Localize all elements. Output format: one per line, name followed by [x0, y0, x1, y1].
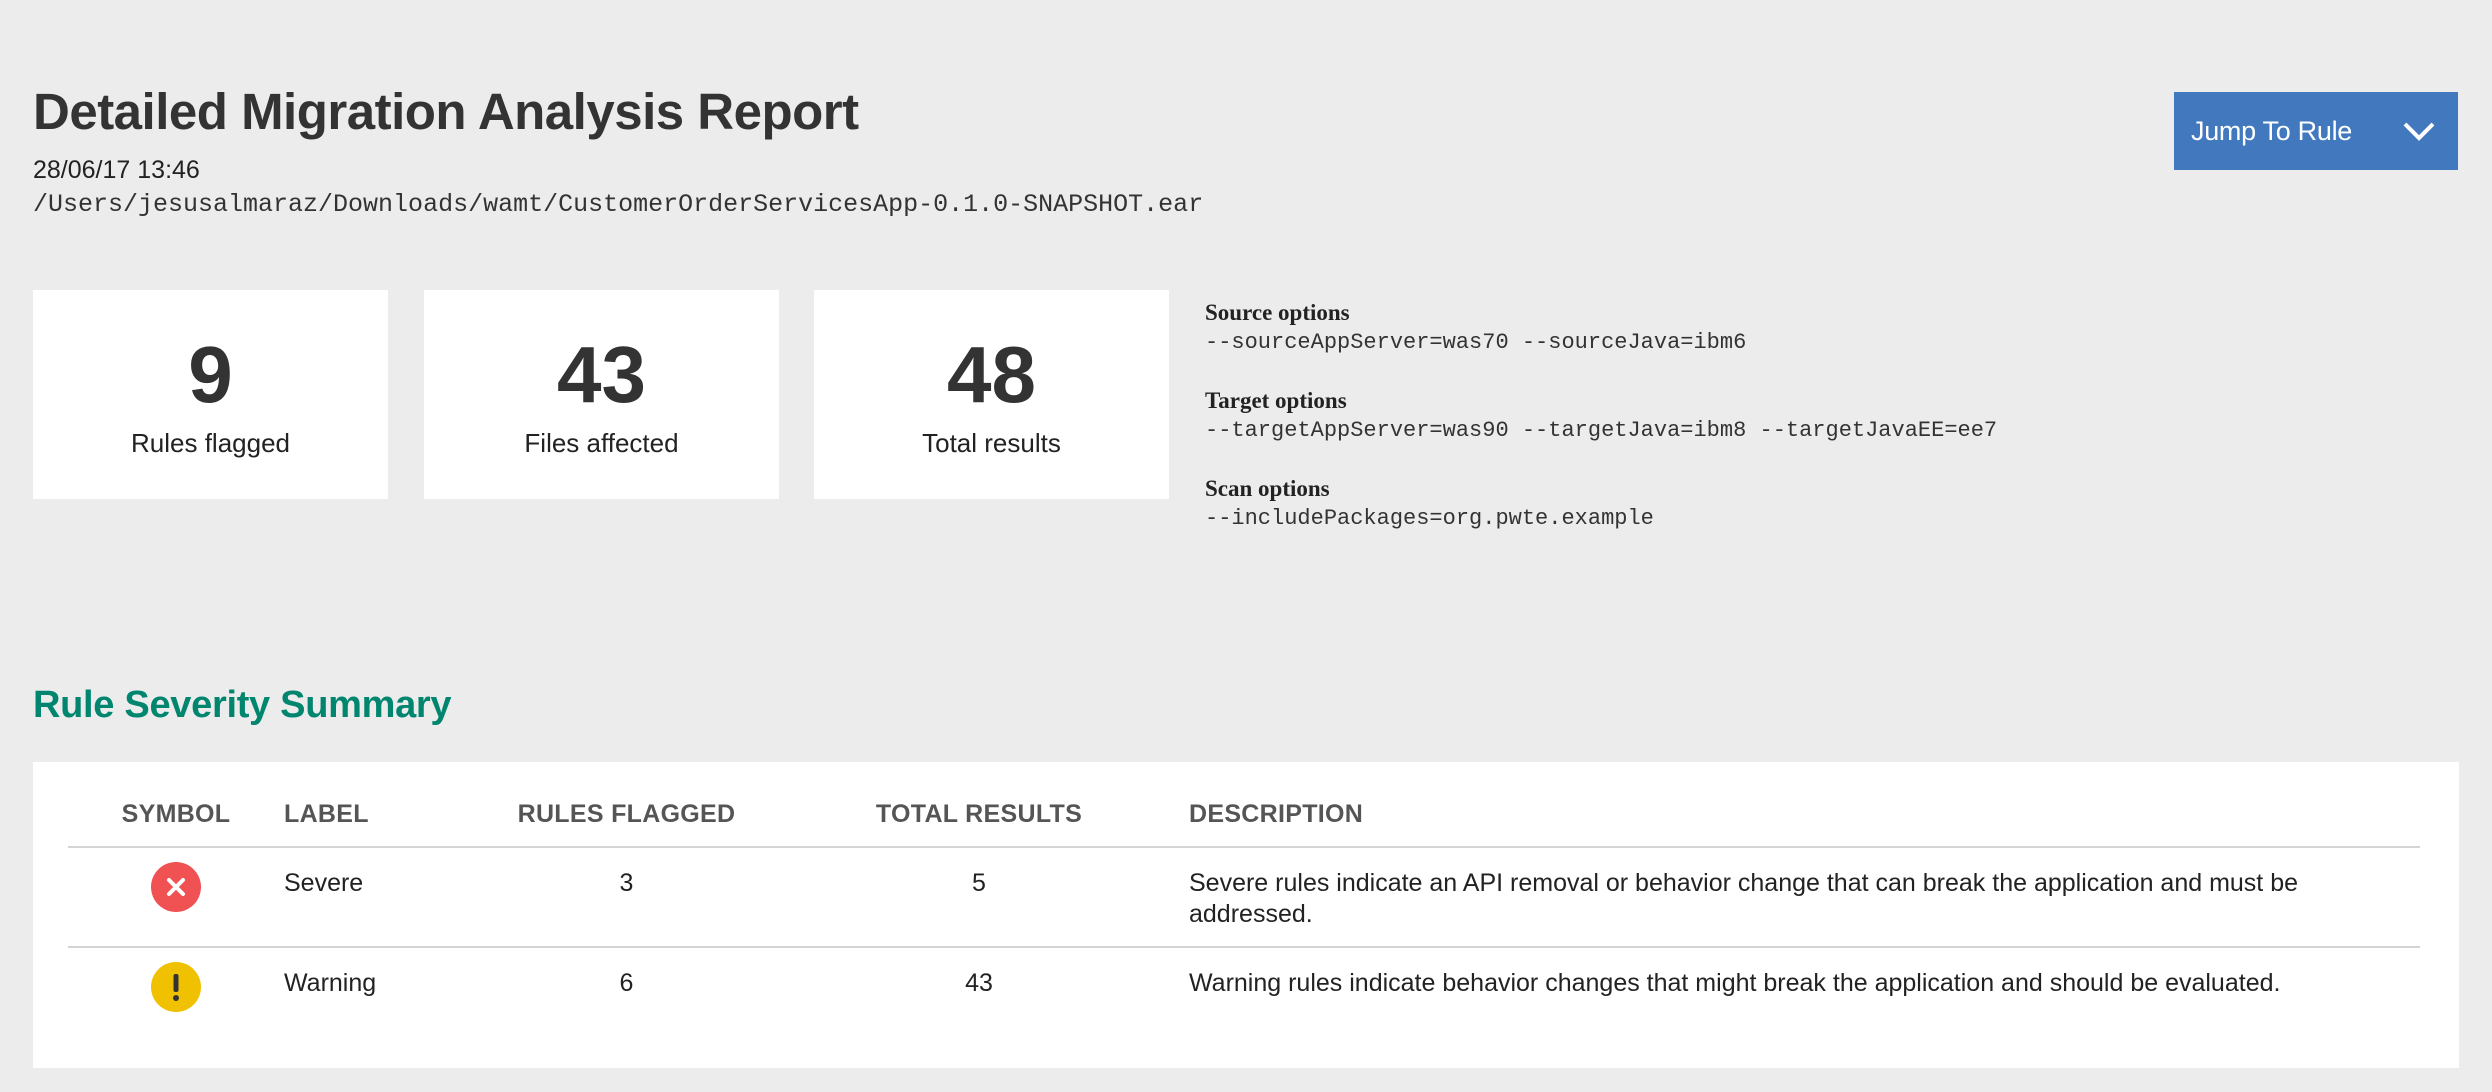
severity-table-panel: SYMBOL LABEL RULES FLAGGED TOTAL RESULTS…	[33, 762, 2459, 1068]
chevron-down-icon	[2403, 122, 2435, 141]
total-results-value: 5	[769, 847, 1189, 948]
scan-options-panel: Source options --sourceAppServer=was70 -…	[1205, 298, 1997, 562]
column-header-symbol: SYMBOL	[68, 782, 284, 848]
option-title: Target options	[1205, 388, 1347, 413]
target-options: Target options --targetAppServer=was90 -…	[1205, 386, 1997, 446]
table-header-row: SYMBOL LABEL RULES FLAGGED TOTAL RESULTS…	[68, 782, 2420, 848]
rules-flagged-value: 6	[619, 969, 634, 997]
table-row: Severe 3 5 Severe rules indicate an API …	[68, 847, 2420, 948]
column-header-total-results: TOTAL RESULTS	[769, 782, 1189, 848]
warning-exclamation-icon	[151, 962, 201, 1012]
stat-card-total-results: 48 Total results	[814, 290, 1169, 499]
stat-card-rules-flagged: 9 Rules flagged	[33, 290, 388, 499]
page-title: Detailed Migration Analysis Report	[33, 83, 859, 140]
stat-label: Rules flagged	[131, 428, 290, 458]
severity-label: Severe	[284, 847, 484, 948]
stat-label: Files affected	[524, 428, 679, 458]
scan-options: Scan options --includePackages=org.pwte.…	[1205, 474, 1997, 534]
stat-label: Total results	[922, 428, 1061, 458]
severity-table: SYMBOL LABEL RULES FLAGGED TOTAL RESULTS…	[68, 782, 2420, 1028]
severity-description: Severe rules indicate an API removal or …	[1189, 847, 2420, 948]
option-value: --sourceAppServer=was70 --sourceJava=ibm…	[1205, 330, 1747, 355]
option-title: Scan options	[1205, 476, 1330, 501]
total-results-value: 43	[965, 969, 993, 997]
stat-value: 43	[557, 330, 646, 419]
severity-description: Warning rules indicate behavior changes …	[1189, 969, 2281, 997]
report-file-path: /Users/jesusalmaraz/Downloads/wamt/Custo…	[33, 190, 1204, 219]
report-date: 28/06/17 13:46	[33, 156, 200, 184]
option-title: Source options	[1205, 300, 1350, 325]
report-page: Detailed Migration Analysis Report 28/06…	[0, 0, 2492, 1092]
column-header-description: DESCRIPTION	[1189, 782, 2420, 848]
jump-to-rule-label: Jump To Rule	[2191, 115, 2352, 146]
stat-value: 48	[947, 330, 1036, 419]
symbol-cell	[68, 847, 284, 948]
jump-to-rule-dropdown[interactable]: Jump To Rule	[2174, 92, 2458, 170]
rules-flagged-value: 3	[484, 847, 769, 948]
stat-card-files-affected: 43 Files affected	[424, 290, 779, 499]
column-header-rules-flagged: RULES FLAGGED	[484, 782, 769, 848]
table-row: Warning 6 43 Warning rules indicate beha…	[68, 947, 2420, 1028]
source-options: Source options --sourceAppServer=was70 -…	[1205, 298, 1997, 358]
option-value: --targetAppServer=was90 --targetJava=ibm…	[1205, 418, 1998, 443]
severe-x-icon	[151, 862, 201, 912]
symbol-cell	[68, 947, 284, 1028]
column-header-label: LABEL	[284, 782, 484, 848]
option-value: --includePackages=org.pwte.example	[1205, 506, 1654, 531]
severity-label: Warning	[284, 969, 377, 997]
section-title-rule-severity: Rule Severity Summary	[33, 684, 452, 726]
stat-value: 9	[188, 330, 233, 419]
